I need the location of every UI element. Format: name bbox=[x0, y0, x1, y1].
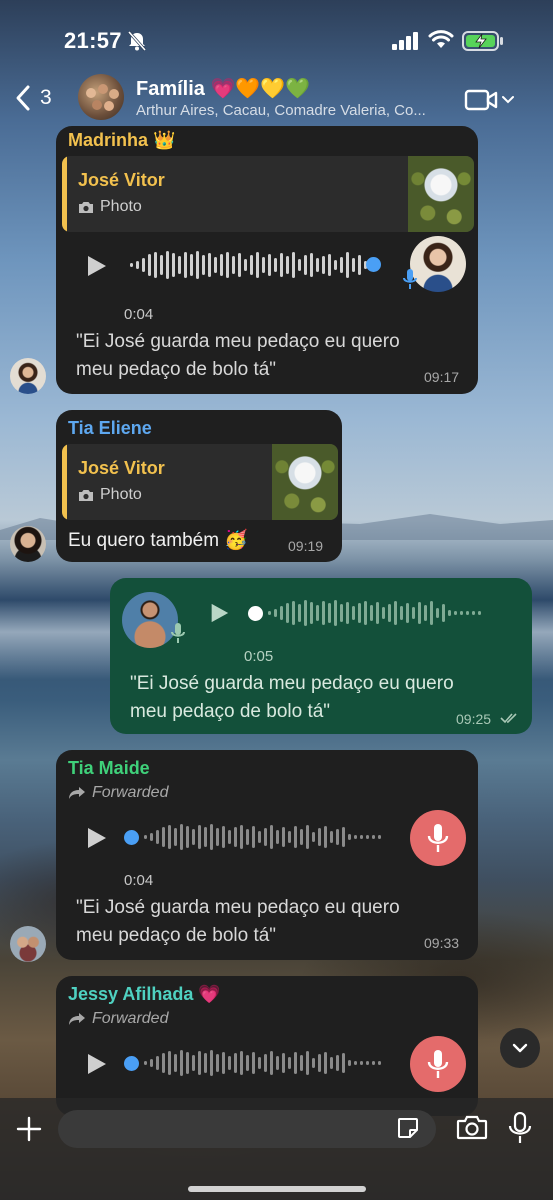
mic-icon bbox=[427, 824, 449, 852]
message-composer bbox=[0, 1098, 553, 1200]
forward-arrow-icon bbox=[69, 787, 85, 799]
camera-icon bbox=[79, 490, 93, 501]
reply-preview[interactable]: José Vitor Photo bbox=[62, 156, 474, 232]
forwarded-label: Forwarded bbox=[68, 1010, 168, 1028]
voice-transcript: "Ei José guarda meu pedaço eu quero meu … bbox=[76, 894, 400, 950]
camera-icon[interactable] bbox=[456, 1114, 488, 1140]
voice-transcript: "Ei José guarda meu pedaço eu quero meu … bbox=[76, 328, 400, 384]
voice-record-indicator bbox=[410, 810, 466, 866]
mic-icon bbox=[427, 1050, 449, 1078]
transcript-line: meu pedaço de bolo tá" bbox=[76, 359, 277, 380]
message-time: 09:17 bbox=[424, 369, 460, 385]
bell-muted-icon bbox=[127, 31, 147, 51]
forwarded-text: Forwarded bbox=[92, 1010, 169, 1027]
scroll-to-bottom-button[interactable] bbox=[500, 1028, 540, 1068]
forwarded-text: Forwarded bbox=[92, 784, 169, 801]
audio-duration: 0:05 bbox=[244, 648, 274, 665]
video-call-button[interactable] bbox=[464, 88, 514, 112]
chat-title[interactable]: Família 💗🧡💛💚 bbox=[136, 76, 310, 101]
audio-waveform[interactable] bbox=[144, 822, 381, 852]
audio-progress-handle[interactable] bbox=[366, 257, 381, 272]
sender-name: Jessy Afilhada 💗 bbox=[68, 984, 221, 1004]
sender-name: Tia Maide bbox=[68, 758, 150, 778]
mic-icon[interactable] bbox=[508, 1112, 532, 1144]
mic-icon bbox=[171, 623, 185, 643]
back-button[interactable]: 3 bbox=[14, 84, 52, 112]
message-bubble-incoming[interactable]: Tia Maide Forwarded 0:04 "Ei José guarda… bbox=[56, 750, 478, 960]
message-time: 09:25 bbox=[456, 711, 492, 727]
reply-sender-name: José Vitor bbox=[78, 458, 165, 478]
chevron-left-icon bbox=[16, 85, 30, 111]
message-bubble-incoming[interactable]: Jessy Afilhada 💗 Forwarded bbox=[56, 976, 478, 1116]
wifi-icon bbox=[428, 30, 454, 48]
reply-accent-bar bbox=[62, 444, 67, 520]
message-bubble-incoming[interactable]: Madrinha 👑 José Vitor Photo 0:04 "Ei Jos… bbox=[56, 126, 478, 394]
reply-accent-bar bbox=[62, 156, 67, 232]
reply-preview[interactable]: José Vitor Photo bbox=[62, 444, 338, 520]
battery-charging-icon bbox=[462, 31, 503, 51]
transcript-line: "Ei José guarda meu pedaço eu quero bbox=[130, 673, 454, 694]
sticker-icon[interactable] bbox=[396, 1116, 420, 1140]
chevron-down-icon bbox=[512, 1043, 528, 1053]
reply-type: Photo bbox=[78, 486, 142, 504]
read-receipt-icon bbox=[500, 713, 517, 724]
message-time: 09:19 bbox=[288, 538, 324, 554]
voice-record-indicator bbox=[410, 1036, 466, 1092]
forwarded-label: Forwarded bbox=[68, 784, 168, 802]
message-bubble-incoming[interactable]: Tia Eliene José Vitor Photo Eu quero tam… bbox=[56, 410, 342, 562]
message-bubble-outgoing[interactable]: 0:05 "Ei José guarda meu pedaço eu quero… bbox=[110, 578, 532, 734]
reply-type-label: Photo bbox=[100, 486, 142, 503]
message-time: 09:33 bbox=[424, 935, 460, 951]
voice-transcript: "Ei José guarda meu pedaço eu quero meu … bbox=[130, 670, 454, 726]
unread-count: 3 bbox=[40, 86, 52, 109]
audio-progress-handle[interactable] bbox=[124, 830, 139, 845]
audio-duration: 0:04 bbox=[124, 306, 154, 323]
audio-waveform[interactable] bbox=[268, 598, 481, 628]
transcript-line: meu pedaço de bolo tá" bbox=[76, 925, 277, 946]
play-icon[interactable] bbox=[84, 254, 108, 278]
audio-waveform[interactable] bbox=[144, 1048, 381, 1078]
message-text: Eu quero também 🥳 bbox=[68, 530, 248, 551]
sender-avatar[interactable] bbox=[10, 358, 46, 394]
cellular-signal-icon bbox=[392, 32, 418, 50]
group-avatar[interactable] bbox=[78, 74, 124, 120]
audio-duration: 0:04 bbox=[124, 872, 154, 889]
mic-icon bbox=[403, 269, 417, 289]
reply-photo-thumbnail bbox=[272, 444, 338, 520]
audio-progress-handle[interactable] bbox=[124, 1056, 139, 1071]
chat-header: 3 Família 💗🧡💛💚 Arthur Aires, Cacau, Coma… bbox=[0, 72, 553, 126]
message-input[interactable] bbox=[58, 1110, 436, 1148]
play-icon[interactable] bbox=[208, 602, 230, 624]
video-camera-icon bbox=[464, 89, 498, 111]
audio-waveform[interactable] bbox=[130, 250, 379, 280]
plus-icon[interactable] bbox=[16, 1116, 42, 1142]
audio-progress-handle[interactable] bbox=[248, 606, 263, 621]
status-time: 21:57 bbox=[64, 28, 122, 53]
status-bar: 21:57 bbox=[0, 0, 553, 72]
sender-avatar[interactable] bbox=[10, 926, 46, 962]
reply-photo-thumbnail bbox=[408, 156, 474, 232]
transcript-line: meu pedaço de bolo tá" bbox=[130, 701, 331, 722]
chat-members[interactable]: Arthur Aires, Cacau, Comadre Valeria, Co… bbox=[136, 102, 446, 119]
forward-arrow-icon bbox=[69, 1013, 85, 1025]
play-icon[interactable] bbox=[84, 1052, 108, 1076]
sender-avatar[interactable] bbox=[10, 526, 46, 562]
reply-type: Photo bbox=[78, 198, 142, 216]
sender-name: Tia Eliene bbox=[68, 418, 152, 438]
reply-sender-name: José Vitor bbox=[78, 170, 165, 190]
transcript-line: "Ei José guarda meu pedaço eu quero bbox=[76, 331, 400, 352]
sender-name: Madrinha 👑 bbox=[68, 130, 176, 150]
reply-type-label: Photo bbox=[100, 198, 142, 215]
play-icon[interactable] bbox=[84, 826, 108, 850]
home-indicator[interactable] bbox=[188, 1186, 366, 1192]
camera-icon bbox=[79, 202, 93, 213]
voice-sender-avatar bbox=[410, 236, 466, 292]
chevron-down-icon bbox=[502, 96, 514, 104]
transcript-line: "Ei José guarda meu pedaço eu quero bbox=[76, 897, 400, 918]
